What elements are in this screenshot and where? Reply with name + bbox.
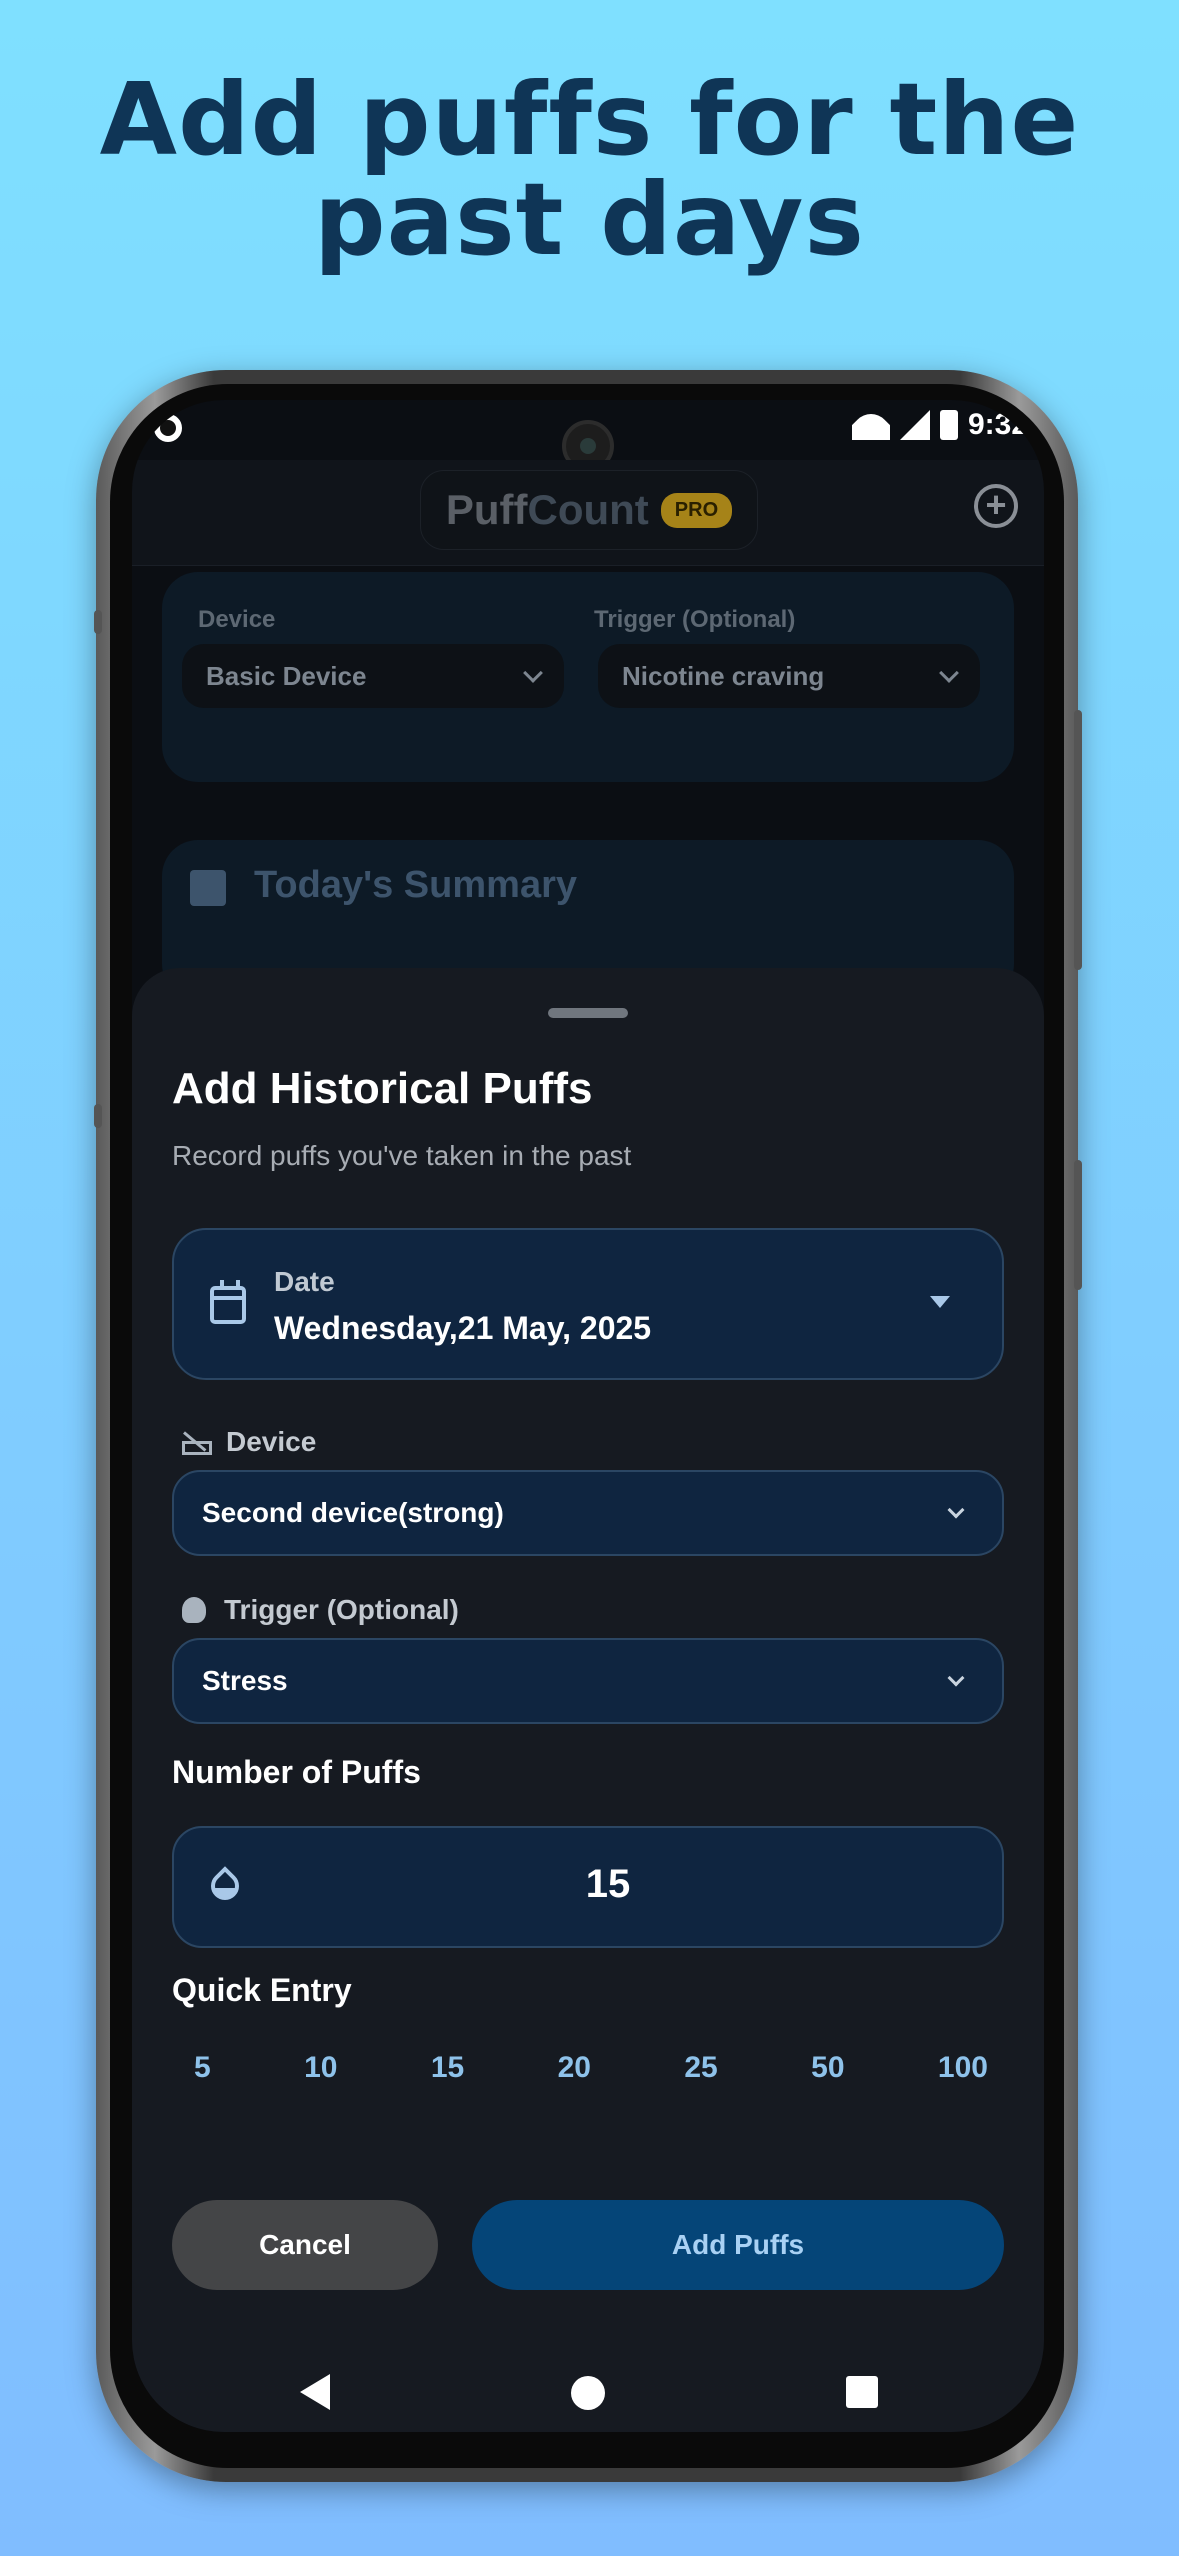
status-right: 9:32 [852,408,1028,442]
chevron-down-icon [939,663,959,683]
home-icon[interactable] [571,2376,605,2410]
add-historical-puffs-sheet: Add Historical Puffs Record puffs you've… [132,968,1044,2432]
headline-line-1: Add puffs for the [99,61,1080,178]
trigger-select[interactable]: Stress [172,1638,1004,1724]
recents-icon[interactable] [846,2376,878,2408]
phone-side-notch [94,610,102,634]
puffs-value: 15 [585,1862,631,1906]
quick-entry-50[interactable]: 50 [811,2051,844,2085]
chevron-down-icon [947,1669,965,1687]
trigger-label-text: Trigger (Optional) [224,1594,459,1625]
pro-badge: PRO [660,492,733,528]
system-nav-bar [132,2358,1044,2432]
device-select-value: Second device(strong) [202,1497,504,1528]
device-label: Device [182,1426,316,1458]
app-header: PuffCount PRO + [132,460,1044,566]
sheet-drag-handle[interactable] [548,1008,628,1018]
date-value: Wednesday,21 May, 2025 [274,1310,652,1346]
status-time: 9:32 [967,408,1028,441]
quick-entry-25[interactable]: 25 [684,2051,717,2085]
date-picker[interactable]: Date Wednesday,21 May, 2025 [172,1228,1004,1380]
bg-trigger-label: Trigger (Optional) [594,606,796,633]
brand-name-part2: Count [527,486,649,533]
trigger-select-value: Stress [202,1665,288,1696]
phone-power-button [1074,710,1082,970]
date-label: Date [274,1266,335,1297]
psychology-icon [182,1597,206,1623]
phone-volume-button [1074,1160,1082,1290]
quick-entry-label: Quick Entry [172,1972,352,2008]
bg-device-select[interactable]: Basic Device [182,644,564,708]
signal-icon [899,410,930,440]
brand-name-part1: Puff [445,486,528,533]
status-bar: 9:32 [132,400,1044,472]
wifi-icon [852,410,890,440]
caret-down-icon [930,1296,950,1308]
notification-icon [154,414,182,442]
phone-screen: 9:32 PuffCount PRO + Device Basic Device… [132,400,1044,2432]
brand-name: PuffCount [446,486,649,534]
puffs-input[interactable]: 15 [172,1826,1004,1948]
phone-side-notch-2 [94,1104,102,1128]
quick-entry-5[interactable]: 5 [194,2051,211,2085]
sheet-title: Add Historical Puffs [172,1064,593,1113]
device-label-text: Device [226,1426,317,1457]
quick-entry-15[interactable]: 15 [431,2051,464,2085]
marketing-headline: Add puffs for the past days [0,70,1179,270]
bg-device-value: Basic Device [206,660,367,691]
calendar-icon [210,1280,246,1324]
quick-entry-20[interactable]: 20 [558,2051,591,2085]
chevron-down-icon [947,1501,965,1519]
plus-circle-icon[interactable]: + [974,484,1018,528]
bg-trigger-value: Nicotine craving [622,660,825,691]
no-vape-icon [182,1429,212,1455]
bg-trigger-select[interactable]: Nicotine craving [598,644,980,708]
battery-icon [939,410,958,440]
brand-logo: PuffCount PRO [420,470,758,550]
device-select[interactable]: Second device(strong) [172,1470,1004,1556]
cancel-button[interactable]: Cancel [172,2200,438,2290]
settings-card: Device Basic Device Trigger (Optional) N… [162,572,1014,782]
quick-entry-100[interactable]: 100 [938,2051,988,2085]
sheet-subtitle: Record puffs you've taken in the past [172,1140,632,1171]
headline-line-2: past days [314,161,865,278]
bg-device-label: Device [198,606,276,633]
quick-entry-row: 5 10 15 20 25 50 100 [172,2038,1004,2098]
back-icon[interactable] [300,2374,330,2410]
quick-entry-10[interactable]: 10 [304,2051,337,2085]
bar-chart-icon [190,870,226,906]
add-puffs-button[interactable]: Add Puffs [472,2200,1004,2290]
chevron-down-icon [523,663,543,683]
trigger-label: Trigger (Optional) [182,1594,459,1626]
summary-title: Today's Summary [254,864,577,906]
puffs-label: Number of Puffs [172,1754,421,1790]
